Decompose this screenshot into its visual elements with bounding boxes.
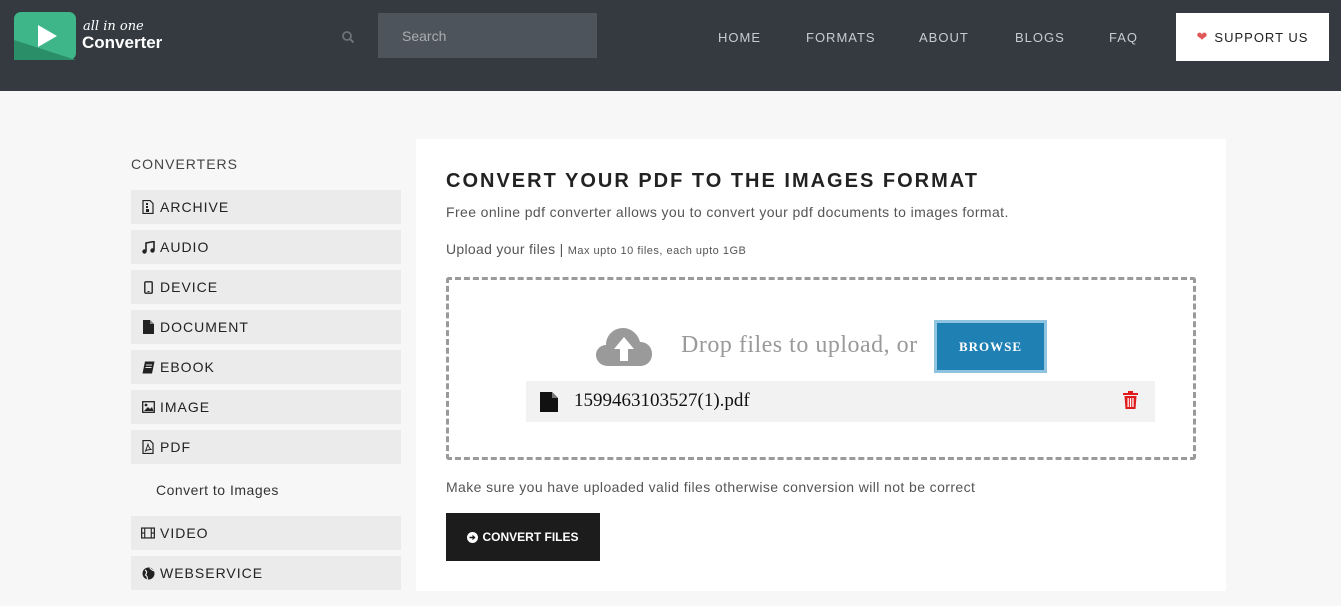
sidebar-item-label: VIDEO xyxy=(160,525,209,541)
file-dropzone[interactable] xyxy=(446,277,1196,460)
sidebar-item-pdf[interactable]: PDF xyxy=(131,430,401,464)
sidebar-item-label: DEVICE xyxy=(160,279,219,295)
sidebar-item-label: AUDIO xyxy=(160,239,210,255)
convert-files-label: CONVERT FILES xyxy=(482,530,579,544)
heart-icon: ❤ xyxy=(1196,29,1209,44)
sidebar-item-label: ARCHIVE xyxy=(160,199,230,215)
sidebar-item-ebook[interactable]: EBOOK xyxy=(131,350,401,384)
sidebar-title: CONVERTERS xyxy=(131,156,238,172)
sidebar-item-device[interactable]: DEVICE xyxy=(131,270,401,304)
file-icon xyxy=(141,320,155,334)
sidebar-item-label: PDF xyxy=(160,439,191,455)
top-navbar xyxy=(0,0,1341,91)
mobile-icon xyxy=(141,280,155,294)
file-pdf-icon xyxy=(141,440,155,454)
upload-label-text: Upload your files xyxy=(446,241,556,257)
sidebar-item-label: DOCUMENT xyxy=(160,319,249,335)
sidebar-item-webservice[interactable]: WEBSERVICE xyxy=(131,556,401,590)
book-icon xyxy=(141,360,155,374)
browse-button[interactable]: BROWSE xyxy=(934,320,1047,373)
search-input[interactable] xyxy=(378,13,597,58)
sidebar-item-audio[interactable]: AUDIO xyxy=(131,230,401,264)
nav-blogs[interactable]: BLOGS xyxy=(1015,30,1065,45)
sidebar-subitem-convert-to-images[interactable]: Convert to Images xyxy=(156,482,279,498)
upload-label: Upload your files | Max upto 10 files, e… xyxy=(446,241,747,257)
file-archive-icon xyxy=(141,200,155,214)
page-description: Free online pdf converter allows you to … xyxy=(446,204,1009,220)
nav-faq[interactable]: FAQ xyxy=(1109,30,1138,45)
brand-tagline: all in one xyxy=(83,19,144,34)
brand-name[interactable]: Converter xyxy=(82,33,162,53)
sidebar-item-label: WEBSERVICE xyxy=(160,565,264,581)
arrow-circle-right-icon xyxy=(467,531,479,543)
music-icon xyxy=(141,240,155,254)
file-icon xyxy=(540,392,558,412)
validation-note: Make sure you have uploaded valid files … xyxy=(446,479,976,495)
nav-about[interactable]: ABOUT xyxy=(919,30,969,45)
page-title: CONVERT YOUR PDF TO THE IMAGES FORMAT xyxy=(446,170,979,192)
sidebar-item-document[interactable]: DOCUMENT xyxy=(131,310,401,344)
sidebar-item-archive[interactable]: ARCHIVE xyxy=(131,190,401,224)
logo-icon[interactable] xyxy=(14,12,76,60)
image-icon xyxy=(141,400,155,414)
uploaded-file-name: 1599463103527(1).pdf xyxy=(574,390,750,411)
drop-files-text: Drop files to upload, or xyxy=(681,332,918,358)
sidebar-item-label: IMAGE xyxy=(160,399,211,415)
trash-icon[interactable] xyxy=(1123,391,1138,409)
sidebar-item-video[interactable]: VIDEO xyxy=(131,516,401,550)
nav-home[interactable]: HOME xyxy=(718,30,761,45)
globe-icon xyxy=(141,566,155,580)
cloud-upload-icon xyxy=(596,328,652,366)
sidebar-item-label: EBOOK xyxy=(160,359,215,375)
support-us-label: SUPPORT US xyxy=(1214,29,1309,45)
nav-formats[interactable]: FORMATS xyxy=(806,30,876,45)
sidebar-item-image[interactable]: IMAGE xyxy=(131,390,401,424)
search-icon[interactable] xyxy=(341,30,355,44)
convert-files-button[interactable]: CONVERT FILES xyxy=(446,513,600,561)
support-us-button[interactable]: ❤ SUPPORT US xyxy=(1176,13,1329,61)
film-icon xyxy=(141,526,155,540)
upload-limits: Max upto 10 files, each upto 1GB xyxy=(567,245,747,257)
